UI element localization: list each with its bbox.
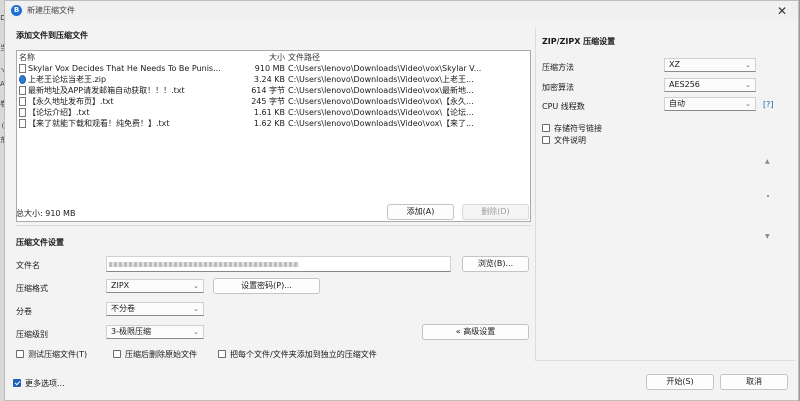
file-icon xyxy=(19,86,26,95)
level-select[interactable]: 3-极限压缩 ⌄ xyxy=(106,325,204,339)
threads-select[interactable]: 自动 ⌄ xyxy=(664,97,756,111)
level-value: 3-极限压缩 xyxy=(111,327,151,336)
method-value: XZ xyxy=(669,60,680,69)
file-comment-label[interactable]: 文件说明 xyxy=(554,135,586,146)
set-password-button[interactable]: 设置密码(P)... xyxy=(213,278,320,294)
add-files-title: 添加文件到压缩文件 xyxy=(16,31,88,40)
split-value: 不分卷 xyxy=(111,304,135,313)
scroll-down-icon[interactable]: ▼ xyxy=(765,233,770,240)
title-bar: B 新建压缩文件 ✕ xyxy=(5,1,798,21)
method-select[interactable]: XZ ⌄ xyxy=(664,58,756,72)
browse-button[interactable]: 浏览(B)... xyxy=(462,256,529,272)
scroll-up-icon[interactable]: ▲ xyxy=(765,158,770,165)
redacted-filename xyxy=(109,262,299,267)
threads-value: 自动 xyxy=(669,99,685,108)
file-name: Skylar Vox Decides That He Needs To Be P… xyxy=(28,64,221,73)
file-row[interactable]: Skylar Vox Decides That He Needs To Be P… xyxy=(17,63,530,74)
file-size: 1.61 KB xyxy=(253,108,285,117)
encryption-select[interactable]: AES256 ⌄ xyxy=(664,78,756,92)
file-size: 245 字节 xyxy=(251,97,285,106)
new-archive-dialog: B 新建压缩文件 ✕ 添加文件到压缩文件 名称 大小 文件路径 Skylar V… xyxy=(4,0,799,401)
store-symlinks-label[interactable]: 存储符号链接 xyxy=(554,123,602,134)
file-name: 上老王论坛当老王.zip xyxy=(28,75,107,84)
total-size-label: 总大小: 910 MB xyxy=(16,209,76,218)
file-path: C:\Users\lenovo\Downloads\Video\vox\最新地.… xyxy=(288,86,474,95)
delete-after-label[interactable]: 压缩后删除原始文件 xyxy=(125,349,197,360)
cancel-button[interactable]: 取消 xyxy=(720,374,788,390)
file-icon xyxy=(19,119,26,128)
file-name: 最新地址及APP请发邮箱自动获取！！！.txt xyxy=(28,86,185,95)
file-row[interactable]: 【永久地址发布页】.txt 245 字节 C:\Users\lenovo\Downl… xyxy=(17,96,530,107)
chevron-down-icon: ⌄ xyxy=(745,100,751,108)
file-comment-checkbox[interactable] xyxy=(542,136,550,144)
file-size: 3.24 KB xyxy=(253,75,285,84)
left-panel: 添加文件到压缩文件 名称 大小 文件路径 Skylar Vox Decides … xyxy=(8,27,532,363)
level-label: 压缩级别 xyxy=(16,330,48,339)
window-title: 新建压缩文件 xyxy=(27,6,75,15)
file-size: 614 字节 xyxy=(251,86,285,95)
filename-label: 文件名 xyxy=(16,261,40,270)
file-row[interactable]: 【论坛介绍】.txt 1.61 KB C:\Users\lenovo\Downloa… xyxy=(17,107,530,118)
file-name: 【论坛介绍】.txt xyxy=(28,108,90,117)
split-select[interactable]: 不分卷 ⌄ xyxy=(106,302,204,316)
encryption-label: 加密算法 xyxy=(542,83,574,92)
separate-archives-label[interactable]: 把每个文件/文件夹添加到独立的压缩文件 xyxy=(230,349,377,360)
app-icon: B xyxy=(11,5,22,16)
file-icon xyxy=(19,64,26,73)
file-icon xyxy=(19,97,26,106)
file-size: 1.62 KB xyxy=(253,119,285,128)
split-label: 分卷 xyxy=(16,307,32,316)
start-button[interactable]: 开始(S) xyxy=(646,374,714,390)
file-path: C:\Users\lenovo\Downloads\Video\vox\【论坛.… xyxy=(288,108,474,117)
format-value: ZIPX xyxy=(111,281,130,290)
chevron-down-icon: ⌄ xyxy=(745,81,751,89)
column-header-name[interactable]: 名称 xyxy=(19,52,35,63)
chevron-down-icon: ⌄ xyxy=(193,282,199,290)
filename-input[interactable] xyxy=(106,256,451,272)
file-path: C:\Users\lenovo\Downloads\Video\vox\上老王.… xyxy=(288,75,474,84)
file-list[interactable]: 名称 大小 文件路径 Skylar Vox Decides That He Ne… xyxy=(16,50,531,222)
section-divider xyxy=(16,225,531,226)
file-path: C:\Users\lenovo\Downloads\Video\vox\Skyl… xyxy=(288,64,482,73)
file-row[interactable]: 【来了就能下载和观看！纯免费！】.txt 1.62 KB C:\Users\leno… xyxy=(17,118,530,129)
method-label: 压缩方法 xyxy=(542,63,574,72)
format-select[interactable]: ZIPX ⌄ xyxy=(106,279,204,293)
chevron-down-icon: ⌄ xyxy=(193,328,199,336)
file-row[interactable]: 上老王论坛当老王.zip 3.24 KB C:\Users\lenovo\Downl… xyxy=(17,74,530,85)
file-name: 【来了就能下载和观看！纯免费！】.txt xyxy=(28,119,170,128)
file-icon xyxy=(19,108,26,117)
add-button[interactable]: 添加(A) xyxy=(387,204,454,220)
more-options-label[interactable]: 更多选项... xyxy=(25,378,65,389)
delete-after-checkbox[interactable] xyxy=(113,350,121,358)
threads-label: CPU 线程数 xyxy=(542,102,585,111)
zip-settings-title: ZIP/ZIPX 压缩设置 xyxy=(542,37,616,46)
file-path: C:\Users\lenovo\Downloads\Video\vox\【永久.… xyxy=(288,97,474,106)
file-row[interactable]: 最新地址及APP请发邮箱自动获取！！！.txt 614 字节 C:\Users\le… xyxy=(17,85,530,96)
zip-settings-panel: ZIP/ZIPX 压缩设置 压缩方法 XZ ⌄ 加密算法 AES256 ⌄ CP… xyxy=(535,27,795,361)
close-icon[interactable]: ✕ xyxy=(774,3,790,19)
chevron-down-icon: ⌄ xyxy=(193,305,199,313)
file-path: C:\Users\lenovo\Downloads\Video\vox\【来了.… xyxy=(288,119,474,128)
test-archive-label[interactable]: 测试压缩文件(T) xyxy=(28,349,87,360)
format-label: 压缩格式 xyxy=(16,284,48,293)
encryption-value: AES256 xyxy=(669,80,700,89)
globe-icon xyxy=(19,75,26,84)
file-size: 910 MB xyxy=(254,64,285,73)
chevron-down-icon: ⌄ xyxy=(745,61,751,69)
store-symlinks-checkbox[interactable] xyxy=(542,124,550,132)
test-archive-checkbox[interactable] xyxy=(16,350,24,358)
separate-archives-checkbox[interactable] xyxy=(218,350,226,358)
archive-settings-title: 压缩文件设置 xyxy=(16,238,64,247)
advanced-settings-button[interactable]: « 高级设置 xyxy=(422,324,529,340)
threads-help-link[interactable]: [?] xyxy=(763,100,774,109)
column-header-path[interactable]: 文件路径 xyxy=(288,52,320,63)
more-options-checkbox[interactable] xyxy=(13,379,21,387)
column-header-size[interactable]: 大小 xyxy=(231,52,285,63)
file-name: 【永久地址发布页】.txt xyxy=(28,97,114,106)
delete-button[interactable]: 删除(D) xyxy=(462,204,529,220)
scroll-thumb[interactable] xyxy=(767,195,769,197)
